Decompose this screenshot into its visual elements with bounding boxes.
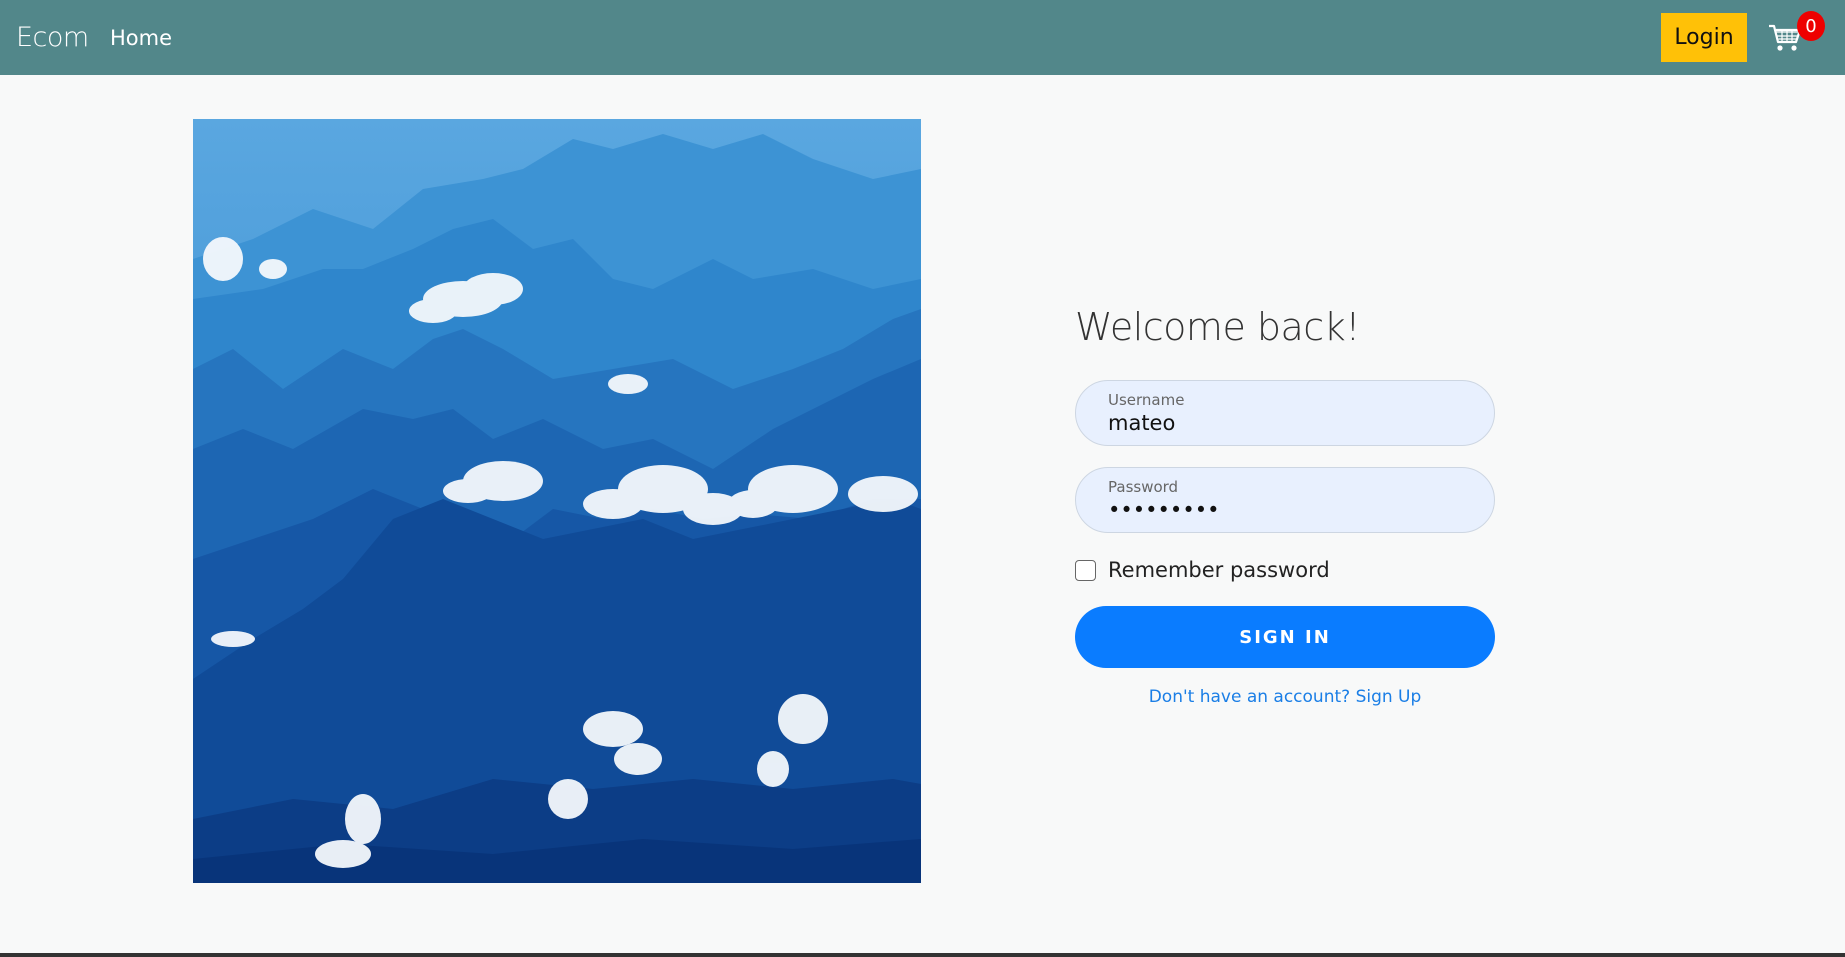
remember-password-row[interactable]: Remember password	[1075, 558, 1330, 582]
bottom-divider	[0, 953, 1845, 957]
remember-password-label[interactable]: Remember password	[1108, 558, 1330, 582]
password-label: Password	[1108, 478, 1179, 496]
remember-password-checkbox[interactable]	[1075, 559, 1096, 581]
nav-home-link[interactable]: Home	[110, 26, 172, 50]
username-label: Username	[1108, 391, 1185, 409]
cart-count-badge: 0	[1797, 11, 1825, 41]
login-button[interactable]: Login	[1661, 13, 1747, 62]
password-input[interactable]	[1108, 498, 1468, 522]
brand-logo[interactable]: Ecom	[16, 22, 89, 53]
top-navbar: Ecom Home Login 0	[0, 0, 1845, 75]
login-title: Welcome back!	[1075, 305, 1360, 349]
password-field[interactable]: Password	[1075, 467, 1495, 533]
username-input[interactable]	[1108, 411, 1468, 435]
sign-in-button[interactable]: SIGN IN	[1075, 606, 1495, 668]
username-field[interactable]: Username	[1075, 380, 1495, 446]
mountain-landscape-image	[193, 119, 921, 883]
sign-up-link[interactable]: Don't have an account? Sign Up	[1075, 687, 1495, 707]
